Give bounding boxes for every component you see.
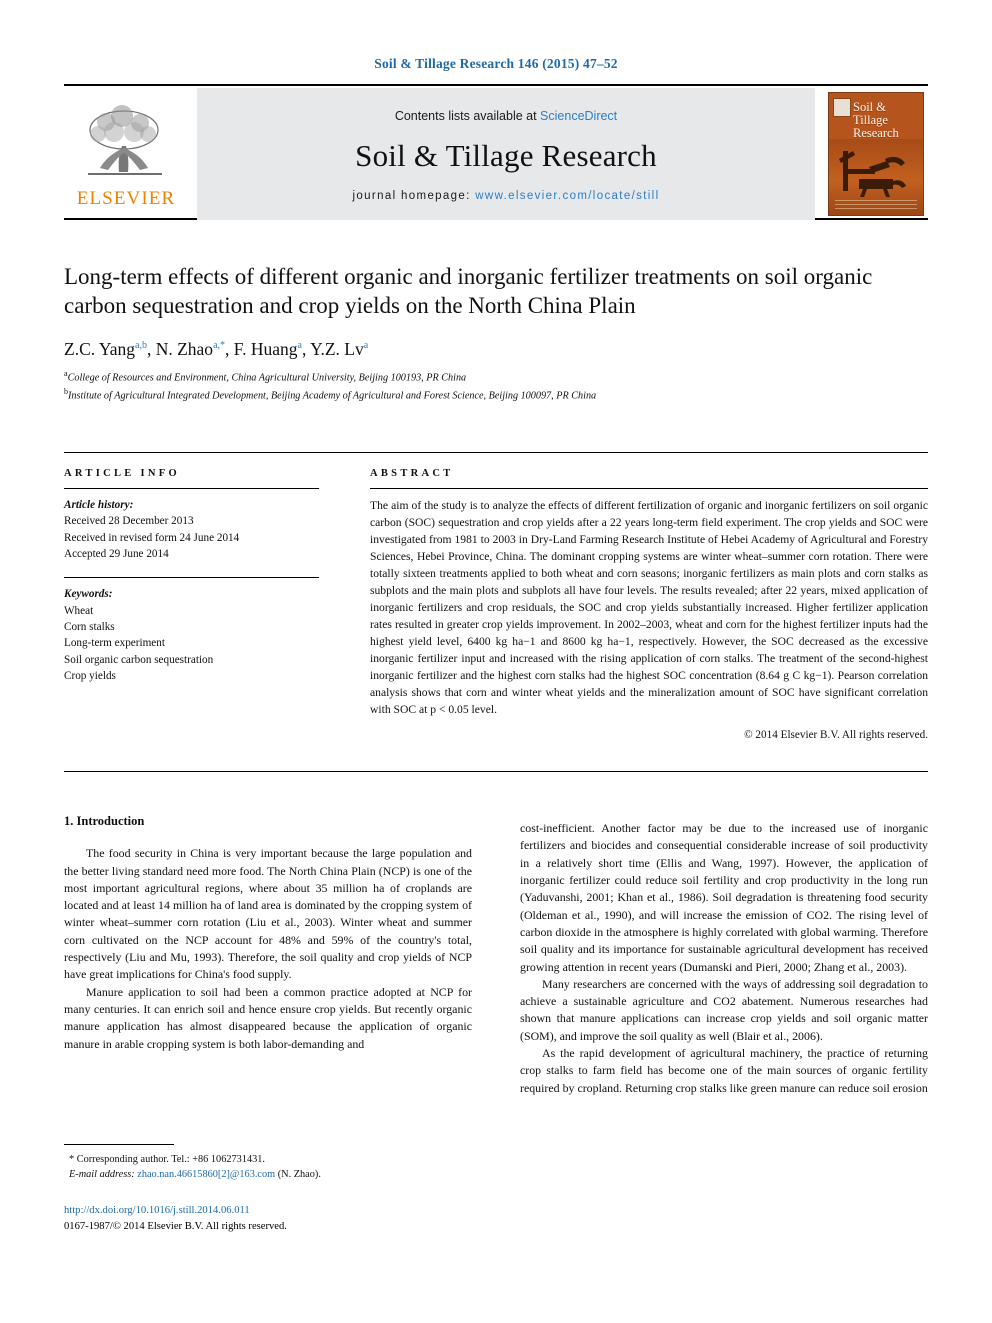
author-4: Y.Z. Lva bbox=[310, 339, 368, 359]
affiliation-b-text: Institute of Agricultural Integrated Dev… bbox=[68, 390, 597, 402]
info-section-top-rule bbox=[64, 452, 928, 453]
abstract-rule bbox=[370, 488, 928, 489]
abstract-column: ABSTRACT The aim of the study is to anal… bbox=[370, 468, 928, 741]
title-block: Long-term effects of different organic a… bbox=[64, 262, 928, 404]
author-2-name: N. Zhao bbox=[155, 339, 214, 360]
author-2-sup: a,* bbox=[213, 340, 226, 352]
keyword-4: Crop yields bbox=[64, 670, 116, 683]
affiliation-a-text: College of Resources and Environment, Ch… bbox=[67, 372, 467, 384]
paragraph-right-0: cost-inefficient. Another factor may be … bbox=[520, 821, 928, 974]
doi-link[interactable]: http://dx.doi.org/10.1016/j.still.2014.0… bbox=[64, 1203, 484, 1219]
article-title: Long-term effects of different organic a… bbox=[64, 264, 873, 319]
journal-homepage-link[interactable]: www.elsevier.com/locate/still bbox=[475, 190, 659, 202]
body-column-left: 1. Introduction The food security in Chi… bbox=[64, 812, 472, 1053]
email-link[interactable]: zhao.nan.46615860[2]@163.com bbox=[137, 1169, 275, 1180]
author-3-sup: a bbox=[297, 340, 302, 352]
keywords-rule bbox=[64, 577, 319, 579]
author-3: F. Huanga bbox=[234, 339, 302, 359]
paragraph-left-0: The food security in China is very impor… bbox=[64, 846, 472, 982]
info-section-bottom-rule bbox=[64, 771, 928, 772]
email-suffix: (N. Zhao). bbox=[277, 1169, 321, 1181]
author-list: Z.C. Yanga,b, N. Zhaoa,*, F. Huanga, Y.Z… bbox=[64, 339, 369, 360]
journal-title: Soil & Tillage Research bbox=[355, 137, 657, 173]
contents-prefix: Contents lists available at bbox=[394, 108, 541, 123]
article-page: Soil & Tillage Research 146 (2015) 47–52 bbox=[0, 0, 992, 1323]
section-title-introduction: 1. Introduction bbox=[64, 814, 145, 828]
elsevier-logo: ELSEVIER bbox=[64, 88, 188, 220]
keyword-1: Corn stalks bbox=[64, 621, 115, 634]
corresponding-author-footnote: * Corresponding author. Tel.: +86 106273… bbox=[64, 1144, 472, 1183]
author-2: N. Zhaoa,* bbox=[156, 339, 225, 359]
article-info-heading: ARTICLE INFO bbox=[64, 468, 180, 479]
footnote-rule bbox=[64, 1144, 174, 1145]
issn-copyright-line: 0167-1987/© 2014 Elsevier B.V. All right… bbox=[64, 1220, 287, 1232]
history-item-0: Received 28 December 2013 bbox=[64, 515, 194, 528]
author-4-name: Y.Z. Lv bbox=[310, 339, 364, 360]
cover-title: Soil & Tillage Research bbox=[853, 100, 899, 141]
body-column-right: cost-inefficient. Another factor may be … bbox=[520, 820, 928, 1097]
corresponding-author-line: * Corresponding author. Tel.: +86 106273… bbox=[69, 1154, 265, 1165]
author-1-name: Z.C. Yang bbox=[64, 339, 135, 360]
history-item-1: Received in revised form 24 June 2014 bbox=[64, 531, 240, 544]
corresponding-author-text: Corresponding author. Tel.: +86 10627314… bbox=[76, 1154, 265, 1165]
elsevier-wordmark: ELSEVIER bbox=[76, 188, 176, 209]
history-item-2: Accepted 29 June 2014 bbox=[64, 548, 169, 561]
article-info-column: ARTICLE INFO Article history: Received 2… bbox=[64, 468, 319, 684]
journal-masthead: ELSEVIER Contents lists available at Sci… bbox=[64, 84, 928, 220]
author-1: Z.C. Yanga,b bbox=[64, 339, 147, 359]
email-line: E-mail address: zhao.nan.46615860[2]@163… bbox=[64, 1167, 472, 1182]
cover-footer-band bbox=[835, 200, 917, 211]
cover-publisher-badge bbox=[833, 98, 851, 117]
abstract-text: The aim of the study is to analyze the e… bbox=[370, 499, 928, 717]
author-1-sup: a,b bbox=[135, 340, 147, 352]
keywords-label: Keywords: bbox=[64, 588, 113, 601]
keyword-3: Soil organic carbon sequestration bbox=[64, 653, 214, 666]
affiliation-b: bInstitute of Agricultural Integrated De… bbox=[64, 386, 928, 404]
journal-cover-thumbnail: Soil & Tillage Research bbox=[824, 88, 928, 220]
paragraph-right-2: As the rapid development of agricultural… bbox=[520, 1046, 928, 1095]
elsevier-tree-icon bbox=[88, 105, 162, 175]
homepage-prefix: journal homepage: bbox=[352, 189, 476, 202]
keyword-2: Long-term experiment bbox=[64, 637, 165, 650]
running-head: Soil & Tillage Research 146 (2015) 47–52 bbox=[374, 56, 618, 71]
abstract-copyright: © 2014 Elsevier B.V. All rights reserved… bbox=[744, 729, 928, 742]
keyword-0: Wheat bbox=[64, 604, 94, 617]
paragraph-left-1: Manure application to soil had been a co… bbox=[64, 984, 472, 1051]
affiliation-list: aCollege of Resources and Environment, C… bbox=[64, 368, 928, 404]
doi-block: http://dx.doi.org/10.1016/j.still.2014.0… bbox=[64, 1203, 484, 1235]
paragraph-right-1: Many researchers are concerned with the … bbox=[520, 976, 928, 1043]
sciencedirect-link[interactable]: ScienceDirect bbox=[540, 109, 617, 123]
journal-banner: Contents lists available at ScienceDirec… bbox=[197, 88, 815, 220]
contents-available-line: Contents lists available at ScienceDirec… bbox=[395, 109, 617, 123]
author-3-name: F. Huang bbox=[233, 339, 298, 360]
abstract-heading: ABSTRACT bbox=[370, 468, 454, 479]
article-history-label: Article history: bbox=[64, 499, 134, 511]
affiliation-a: aCollege of Resources and Environment, C… bbox=[64, 368, 928, 386]
article-history-group: Article history: Received 28 December 20… bbox=[64, 497, 319, 562]
author-4-sup: a bbox=[363, 340, 369, 352]
article-info-rule bbox=[64, 488, 319, 489]
journal-homepage-line: journal homepage: www.elsevier.com/locat… bbox=[353, 190, 660, 202]
email-label: E-mail address: bbox=[69, 1169, 135, 1181]
keywords-group: Keywords: Wheat Corn stalks Long-term ex… bbox=[64, 586, 319, 684]
